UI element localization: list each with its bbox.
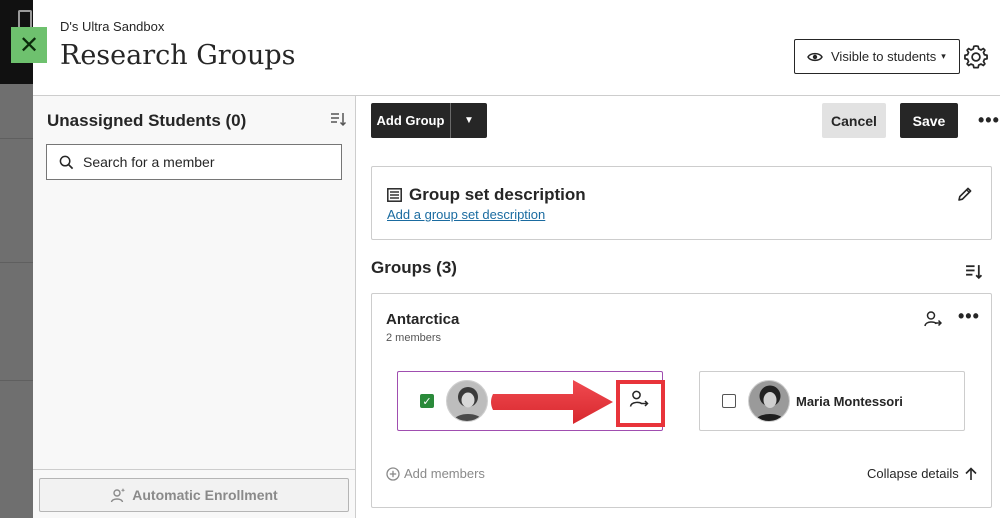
group-more-options-icon[interactable]: •••: [958, 306, 980, 327]
visibility-dropdown[interactable]: Visible to students ▾: [794, 39, 960, 74]
page-title: Research Groups: [60, 40, 296, 71]
group-member-card[interactable]: Maria Montessori: [699, 371, 965, 431]
description-icon: [387, 188, 402, 202]
collapse-details-button[interactable]: Collapse details: [867, 466, 978, 481]
avatar-photo: [749, 381, 789, 421]
background-divider: [0, 380, 33, 381]
automatic-enrollment-label: Automatic Enrollment: [132, 487, 278, 503]
avatar-photo: [447, 381, 487, 421]
plus-circle-icon: [386, 466, 400, 481]
add-group-button[interactable]: Add Group: [371, 103, 451, 138]
visibility-label: Visible to students: [831, 49, 937, 64]
member-search-field[interactable]: [46, 144, 342, 180]
add-members-button[interactable]: Add members: [386, 466, 485, 481]
unassigned-students-panel: Unassigned Students (0) Automatic Enroll…: [33, 96, 355, 518]
auto-enroll-icon: [111, 488, 126, 503]
member-checkbox[interactable]: [722, 394, 736, 408]
group-set-description-card: Group set description Add a group set de…: [371, 166, 992, 240]
background-divider: [0, 262, 33, 263]
sort-icon[interactable]: [330, 111, 346, 127]
more-options-icon[interactable]: •••: [978, 110, 1000, 131]
unassigned-students-title: Unassigned Students (0): [47, 111, 247, 130]
gear-icon[interactable]: [963, 44, 989, 70]
group-name: Antarctica: [386, 311, 460, 328]
background-divider: [0, 138, 33, 139]
column-divider: [355, 96, 356, 518]
save-button[interactable]: Save: [900, 103, 958, 138]
footer-divider: [33, 469, 355, 470]
group-set-description-title: Group set description: [409, 185, 586, 204]
background-app-strip: [0, 0, 33, 518]
member-checkbox[interactable]: ✓: [420, 394, 434, 408]
breadcrumb: D's Ultra Sandbox: [60, 19, 165, 34]
member-name: Maria Montessori: [796, 394, 903, 409]
annotation-arrow: [491, 380, 613, 424]
eye-icon: [807, 52, 823, 61]
add-group-button-group: Add Group ▼: [371, 103, 487, 138]
caret-down-icon: ▼: [464, 115, 474, 126]
add-group-dropdown-button[interactable]: ▼: [451, 103, 487, 138]
sort-icon[interactable]: [965, 263, 982, 280]
pencil-icon[interactable]: [957, 186, 973, 202]
groups-title: Groups (3): [371, 258, 457, 277]
home-icon: [18, 10, 32, 28]
close-button[interactable]: ✕: [11, 27, 47, 63]
member-search-input[interactable]: [83, 154, 323, 170]
arrow-up-icon: [965, 466, 977, 480]
cancel-button[interactable]: Cancel: [822, 103, 886, 138]
add-person-icon[interactable]: [924, 310, 942, 328]
automatic-enrollment-button[interactable]: Automatic Enrollment: [39, 478, 349, 512]
collapse-details-label: Collapse details: [867, 466, 959, 481]
avatar: [748, 380, 790, 422]
search-icon: [59, 155, 74, 169]
add-members-label: Add members: [404, 466, 485, 481]
add-description-link[interactable]: Add a group set description: [387, 207, 545, 222]
group-member-count: 2 members: [386, 332, 442, 344]
annotation-highlight-box: [616, 380, 665, 427]
chevron-down-icon: ▾: [941, 51, 946, 61]
avatar: [446, 380, 488, 422]
